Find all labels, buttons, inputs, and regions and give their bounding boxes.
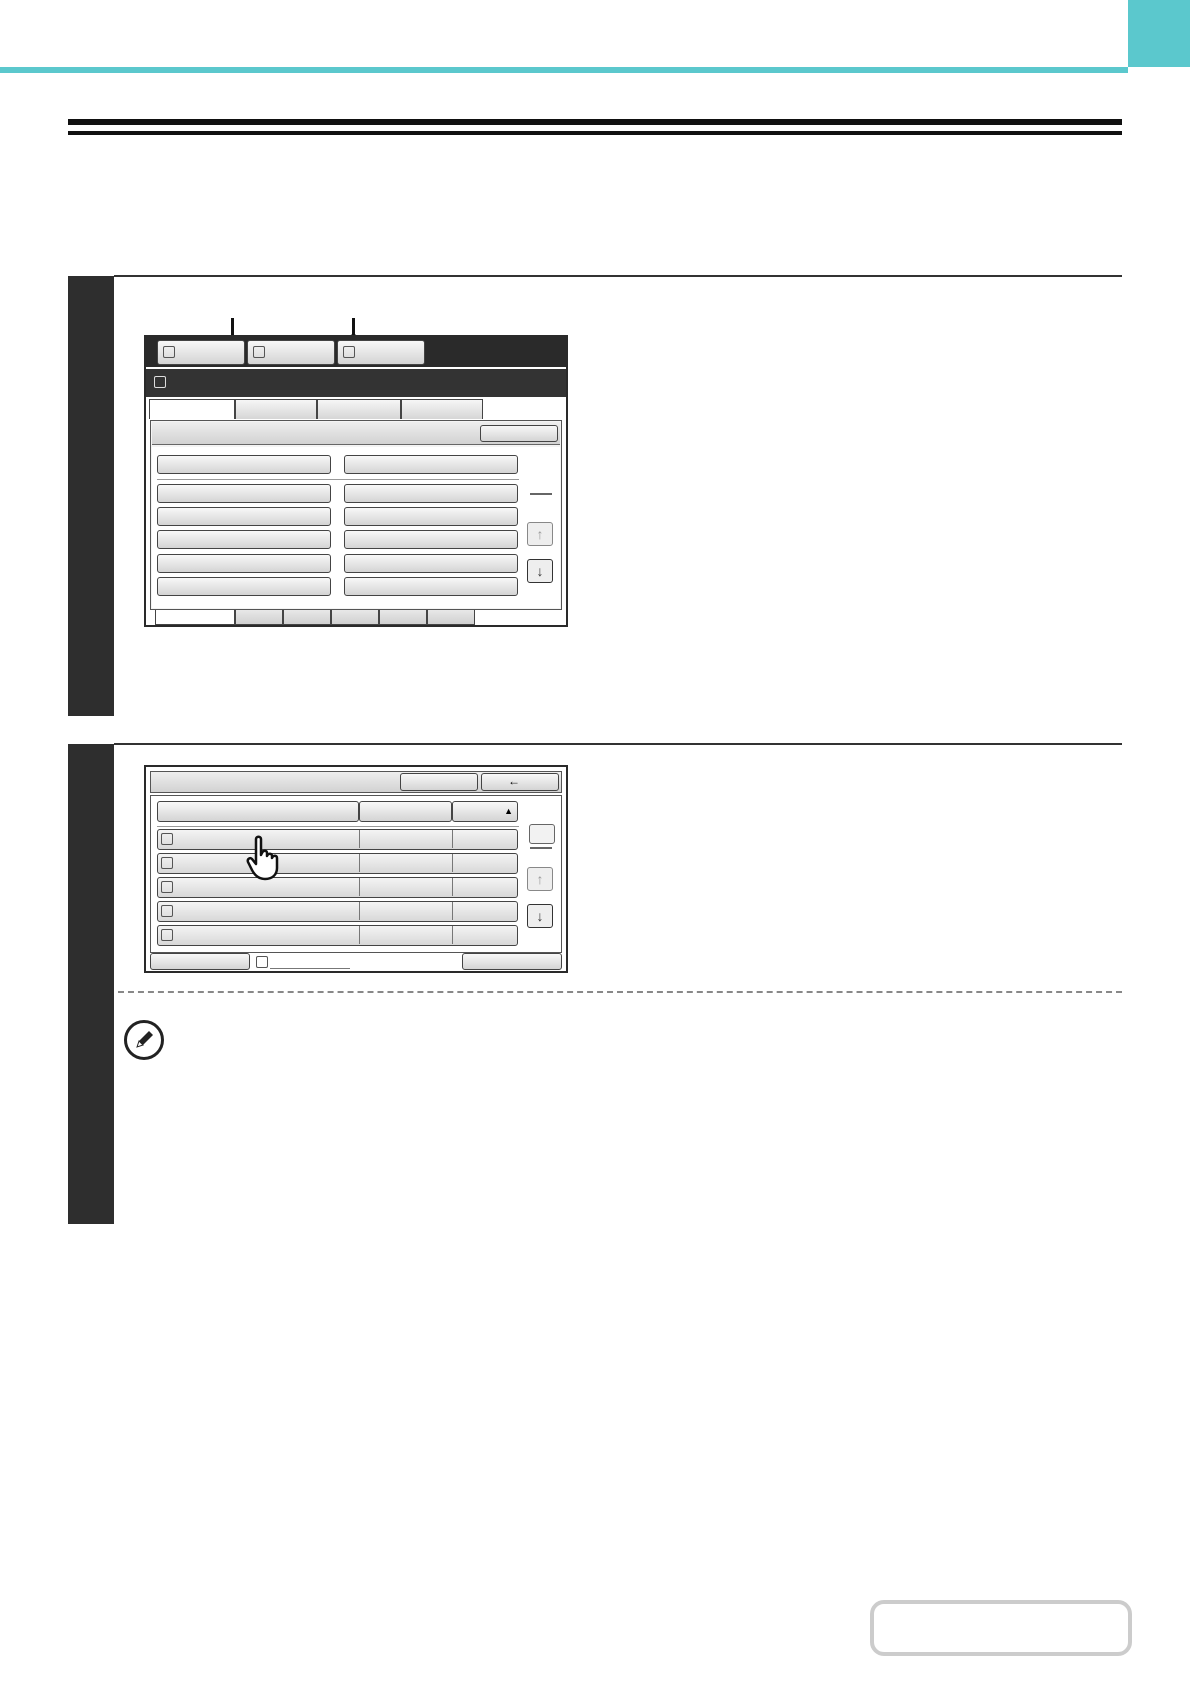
job-status-icon [154, 376, 166, 388]
print-icon [161, 881, 173, 893]
header-accent-rule [0, 67, 1128, 73]
row-divider [359, 830, 360, 848]
page-indicator [530, 847, 552, 849]
scan-to-icon [161, 857, 173, 869]
tab-4[interactable] [401, 399, 483, 419]
job-row-4[interactable] [157, 901, 518, 922]
job-list-screen: ← ▲ ↑ ↓ [144, 765, 568, 973]
print-mode-tab[interactable] [337, 340, 425, 365]
scroll-up-button[interactable]: ↑ [527, 867, 553, 891]
job-key-left-5[interactable] [157, 554, 331, 573]
scan-mode-icon [253, 346, 265, 358]
row-divider [452, 926, 453, 944]
pencil-icon [124, 1020, 164, 1060]
header-corner-tab [1128, 0, 1190, 67]
row-separator [157, 479, 519, 480]
tab-2[interactable] [235, 399, 317, 419]
row-divider [452, 878, 453, 896]
bottom-tab-6[interactable] [427, 610, 475, 625]
contents-button[interactable] [870, 1600, 1132, 1656]
header-separator [157, 826, 519, 827]
bottom-tab-4[interactable] [331, 610, 379, 625]
bottom-right-button[interactable] [462, 953, 562, 970]
note-separator [118, 991, 1122, 993]
scroll-down-button[interactable]: ↓ [527, 904, 553, 928]
status-header [146, 369, 566, 397]
print-mode-icon [343, 346, 355, 358]
step-2-bar [68, 744, 114, 1224]
job-key-right-4[interactable] [344, 530, 518, 549]
job-row-3[interactable] [157, 877, 518, 898]
job-key-left-4[interactable] [157, 530, 331, 549]
job-key-left-3[interactable] [157, 507, 331, 526]
print-icon [161, 929, 173, 941]
row-divider [359, 926, 360, 944]
pencil-glyph [136, 1031, 153, 1048]
copy-mode-tab[interactable] [157, 340, 245, 365]
job-row-2[interactable] [157, 853, 518, 874]
back-button[interactable]: ← [481, 773, 559, 791]
row-divider [452, 830, 453, 848]
row-divider [452, 902, 453, 920]
bottom-tab-5[interactable] [379, 610, 427, 625]
step-1-bar [68, 276, 114, 716]
job-key-left-6[interactable] [157, 577, 331, 596]
step-1-rule [114, 275, 1122, 277]
column-header-name[interactable] [157, 801, 359, 822]
column-header-2[interactable] [359, 801, 452, 822]
fax-icon [161, 833, 173, 845]
bottom-tab-2[interactable] [235, 610, 283, 625]
step-2-rule [114, 743, 1122, 745]
job-key-left-1[interactable] [157, 455, 331, 474]
scan-mode-tab[interactable] [247, 340, 335, 365]
fax-icon [161, 905, 173, 917]
job-status-icon [256, 956, 268, 968]
tab-1[interactable] [149, 399, 235, 419]
page-indicator [530, 493, 552, 495]
title-rule-bottom [68, 131, 1122, 135]
job-status-screen: ↑ ↓ [144, 335, 568, 627]
row-divider [359, 878, 360, 896]
title-rule-top [68, 119, 1122, 125]
bottom-status-line [270, 968, 350, 969]
tab-3[interactable] [317, 399, 401, 419]
job-key-right-1[interactable] [344, 455, 518, 474]
job-key-right-2[interactable] [344, 484, 518, 503]
copy-mode-icon [163, 346, 175, 358]
scroll-up-button[interactable]: ↑ [527, 522, 553, 546]
job-key-right-3[interactable] [344, 507, 518, 526]
bottom-tab-3[interactable] [283, 610, 331, 625]
job-key-right-6[interactable] [344, 577, 518, 596]
scroll-down-button[interactable]: ↓ [527, 559, 553, 583]
job-row-5[interactable] [157, 925, 518, 946]
panel-header-button[interactable] [480, 425, 558, 442]
row-divider [359, 902, 360, 920]
hand-pointer-icon [246, 835, 279, 881]
bottom-left-button[interactable] [150, 953, 250, 970]
row-divider [359, 854, 360, 872]
page-number-box [529, 824, 555, 844]
sort-button[interactable]: ▲ [452, 801, 518, 822]
job-key-right-5[interactable] [344, 554, 518, 573]
list-header-button[interactable] [400, 773, 478, 791]
bottom-tab-1[interactable] [155, 610, 235, 625]
job-key-left-2[interactable] [157, 484, 331, 503]
row-divider [452, 854, 453, 872]
job-row-1[interactable] [157, 829, 518, 850]
